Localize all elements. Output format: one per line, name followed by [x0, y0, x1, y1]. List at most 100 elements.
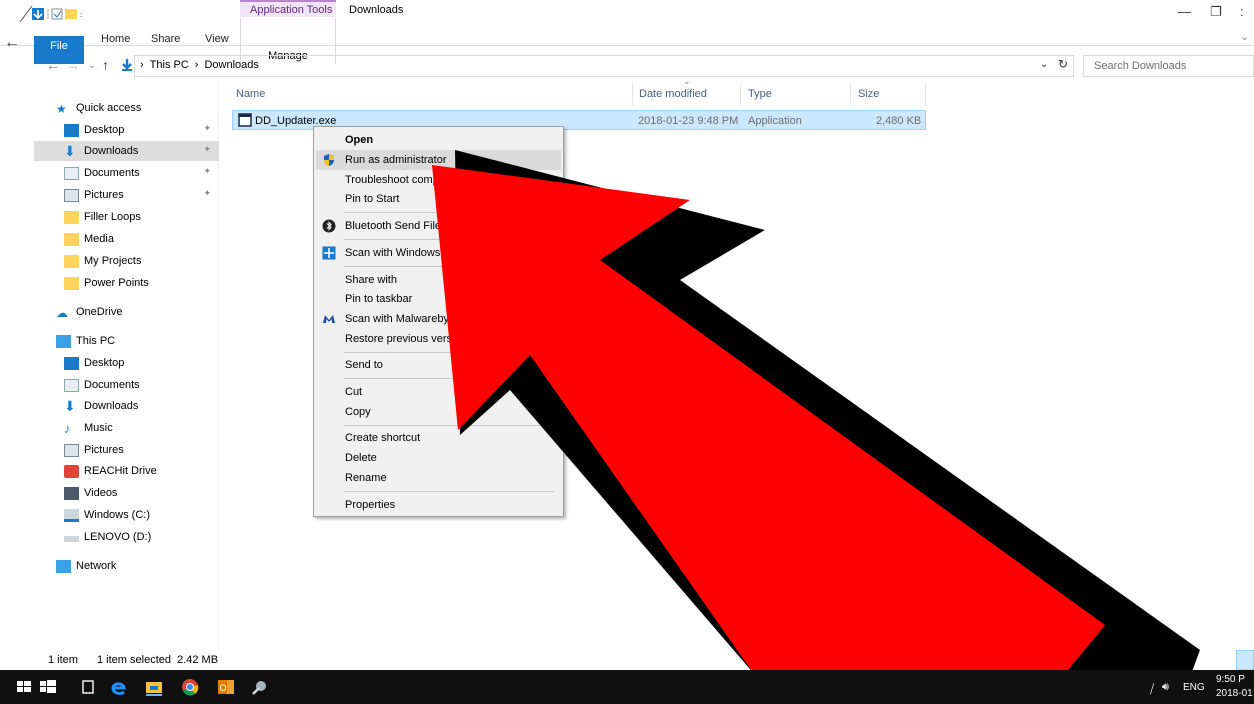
menu-item-send-to[interactable]: Send to [316, 355, 561, 375]
context-menu: Open Run as administrator Troubleshoot c… [313, 126, 564, 517]
column-separator[interactable] [850, 82, 851, 106]
nav-pc-reachit-drive[interactable]: REACHit Drive [64, 461, 157, 481]
menu-item-rename[interactable]: Rename [316, 468, 561, 488]
column-header-name[interactable]: Name [236, 88, 265, 100]
drive-icon [64, 508, 79, 522]
ribbon-expand-icon[interactable]: ⌄ [1240, 30, 1249, 43]
nav-label: This PC [76, 335, 116, 347]
wifi-icon[interactable]: ⧸ [1150, 682, 1154, 697]
status-selection: 1 item selected 2.42 MB [97, 654, 219, 666]
breadcrumb-this-pc[interactable]: This PC [150, 59, 189, 71]
column-separator[interactable] [740, 82, 741, 106]
menu-item-cut[interactable]: Cut [316, 382, 561, 402]
close-button[interactable]: : [1240, 4, 1244, 19]
nav-onedrive[interactable]: ☁ OneDrive [56, 302, 122, 322]
menu-separator [344, 212, 554, 213]
nav-qa-media[interactable]: Media [64, 229, 114, 249]
nav-this-pc[interactable]: This PC [56, 331, 115, 351]
pictures-icon [64, 443, 79, 457]
menu-item-delete[interactable]: Delete [316, 448, 561, 468]
nav-pc-desktop[interactable]: Desktop [64, 353, 124, 373]
tab-share[interactable]: Share [151, 33, 180, 45]
nav-qa-my-projects[interactable]: My Projects [64, 251, 141, 271]
menu-item-restore-previous-versions[interactable]: Restore previous versions [316, 329, 561, 349]
tab-home[interactable]: Home [101, 33, 130, 45]
menu-item-troubleshoot-compatibility[interactable]: Troubleshoot compatibility [316, 170, 561, 190]
recent-locations-icon[interactable]: ⌄ [88, 60, 96, 71]
nav-qa-power-points[interactable]: Power Points [64, 273, 149, 293]
back-button[interactable]: ← [46, 57, 60, 73]
nav-pc-videos[interactable]: Videos [64, 483, 117, 503]
menu-item-pin-to-taskbar[interactable]: Pin to taskbar [316, 289, 561, 309]
breadcrumb-separator-icon: › [140, 59, 144, 71]
star-icon: ★ [56, 101, 67, 116]
nav-qa-pictures[interactable]: Pictures ✦ [64, 185, 219, 205]
pin-icon[interactable]: ✦ [203, 123, 211, 134]
menu-label: Scan with Windows [345, 247, 441, 259]
details-view-button[interactable] [1236, 650, 1254, 670]
computer-icon [56, 334, 71, 348]
nav-pc-windows-c[interactable]: Windows (C:) [64, 505, 150, 525]
clock-date[interactable]: 2018-01 [1216, 688, 1253, 699]
pictures-icon [64, 188, 79, 202]
forward-button[interactable]: → [66, 57, 80, 73]
column-separator[interactable] [925, 82, 926, 106]
menu-item-copy[interactable]: Copy [316, 402, 561, 422]
menu-item-open[interactable]: Open [316, 130, 561, 150]
clock-time[interactable]: 9:50 P [1216, 674, 1245, 685]
address-dropdown-icon[interactable]: ⌄ [1040, 59, 1048, 70]
up-button[interactable]: ↑ [102, 57, 109, 73]
language-indicator[interactable]: ENG [1183, 682, 1205, 693]
file-explorer-icon[interactable] [144, 677, 164, 697]
nav-qa-documents[interactable]: Documents ✦ [64, 163, 219, 183]
nav-label: Network [76, 560, 117, 572]
nav-qa-desktop[interactable]: Desktop ✦ [64, 120, 219, 140]
menu-item-scan-with-windows[interactable]: Scan with Windows [316, 243, 561, 263]
nav-qa-downloads[interactable]: ⬇ Downloads ✦ [34, 141, 219, 161]
nav-pc-music[interactable]: ♪ Music [64, 418, 113, 438]
windows-start-icon[interactable] [14, 677, 34, 697]
column-separator[interactable] [632, 82, 633, 106]
edge-browser-icon[interactable] [108, 677, 128, 697]
search-input[interactable]: Search Downloads [1083, 55, 1254, 77]
menu-item-scan-with-malwarebytes[interactable]: Scan with Malwarebytes [316, 309, 561, 329]
download-icon: ⬇ [64, 142, 76, 159]
chrome-icon[interactable] [180, 677, 200, 697]
nav-label: Windows (C:) [84, 509, 151, 521]
menu-item-create-shortcut[interactable]: Create shortcut [316, 428, 561, 448]
tab-view[interactable]: View [205, 33, 229, 45]
nav-label: Media [84, 233, 114, 245]
nav-label: Quick access [76, 102, 142, 114]
menu-item-share-with[interactable]: Share with [316, 270, 561, 290]
menu-item-run-as-administrator[interactable]: Run as administrator [316, 150, 561, 170]
refresh-icon[interactable]: ↻ [1058, 57, 1068, 71]
task-view-icon[interactable] [78, 677, 98, 697]
windows-start-icon[interactable] [38, 677, 58, 697]
pin-icon[interactable]: ✦ [203, 144, 211, 155]
column-header-size[interactable]: Size [858, 88, 879, 100]
minimize-button[interactable]: — [1178, 4, 1191, 19]
menu-item-properties[interactable]: Properties [316, 495, 561, 515]
nav-pc-downloads[interactable]: ⬇ Downloads [64, 396, 138, 416]
column-header-date-modified[interactable]: Date modified [639, 88, 707, 100]
nav-network[interactable]: Network [56, 556, 116, 576]
menu-item-pin-to-start[interactable]: Pin to Start [316, 189, 561, 209]
nav-qa-filler-loops[interactable]: Filler Loops [64, 207, 141, 227]
nav-pc-pictures[interactable]: Pictures [64, 440, 124, 460]
address-input[interactable] [134, 55, 1074, 77]
breadcrumb-downloads[interactable]: Downloads [204, 59, 258, 71]
nav-pc-lenovo-d[interactable]: LENOVO (D:) [64, 527, 151, 547]
menu-item-bluetooth-send-file[interactable]: Bluetooth Send File [316, 216, 561, 236]
pin-icon[interactable]: ✦ [203, 166, 211, 177]
column-header-type[interactable]: Type [748, 88, 772, 100]
nav-pc-documents[interactable]: Documents [64, 375, 140, 395]
taskbar: O ⧸ 🔊︎ ENG 9:50 P 2018-01 [0, 670, 1254, 704]
application-tools-tab[interactable]: Application Tools [240, 0, 336, 17]
nav-quick-access[interactable]: ★ Quick access [56, 98, 141, 118]
volume-icon[interactable]: 🔊︎ [1162, 681, 1169, 694]
status-bar: 1 item 1 item selected 2.42 MB [0, 650, 1254, 670]
back-arrow-icon[interactable]: ← [4, 34, 20, 52]
outlook-icon[interactable]: O [216, 677, 236, 697]
pin-icon[interactable]: ✦ [203, 188, 211, 199]
tools-app-icon[interactable] [250, 677, 270, 697]
